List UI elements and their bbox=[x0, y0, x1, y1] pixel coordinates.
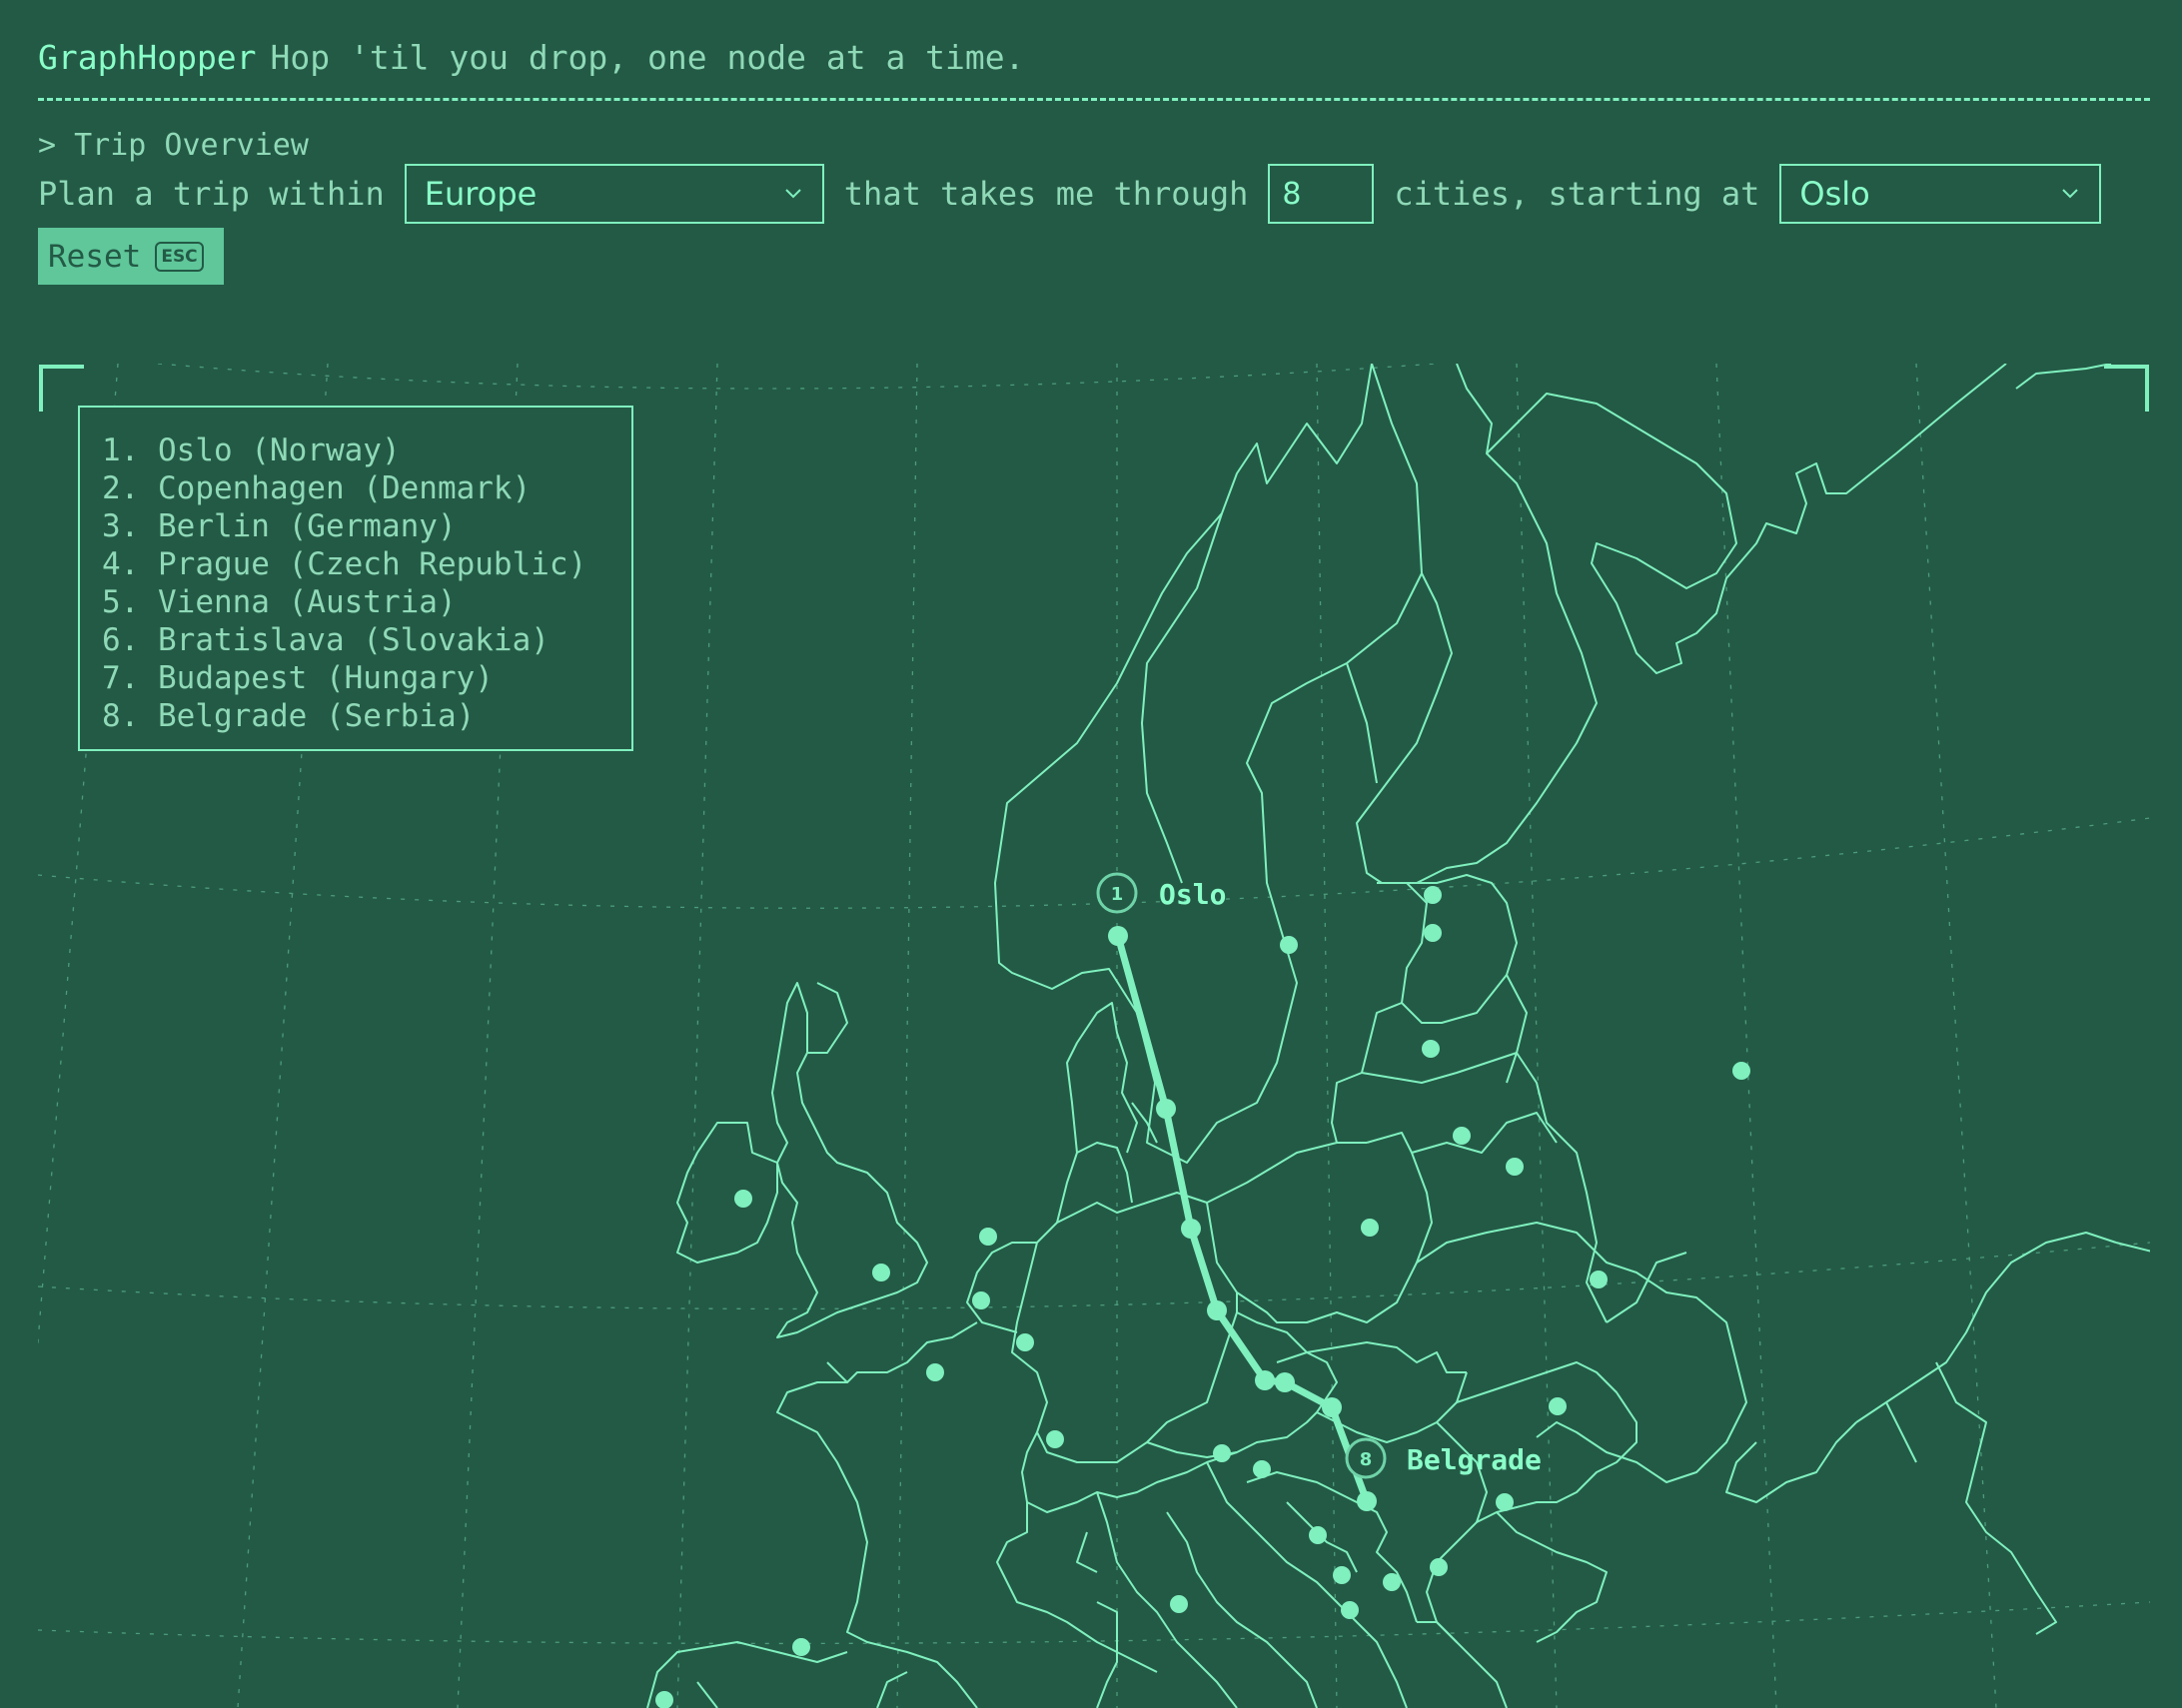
end-marker-number: 8 bbox=[1360, 1449, 1373, 1470]
list-item: 7. Budapest (Hungary) bbox=[102, 660, 494, 696]
region-select-value: Europe bbox=[424, 175, 538, 213]
start-marker-number: 1 bbox=[1111, 884, 1124, 905]
route-stop bbox=[1357, 1491, 1377, 1511]
esc-key-hint: ESC bbox=[155, 241, 204, 272]
list-item: 3. Berlin (Germany) bbox=[102, 508, 457, 544]
controls-middle-text: that takes me through bbox=[843, 175, 1249, 213]
end-city-label: Belgrade bbox=[1407, 1443, 1542, 1476]
route-stop bbox=[1181, 1219, 1201, 1239]
list-item: 2. Copenhagen (Denmark) bbox=[102, 470, 532, 506]
header-divider bbox=[38, 98, 2150, 101]
reset-button[interactable]: Reset ESC bbox=[38, 228, 224, 285]
region-select[interactable]: Europe bbox=[404, 164, 824, 224]
start-city-select-value: Oslo bbox=[1799, 175, 1870, 213]
trip-itinerary-panel: 1. Oslo (Norway) 2. Copenhagen (Denmark)… bbox=[78, 406, 633, 751]
frame-corner-top-right bbox=[2104, 365, 2149, 412]
country-outlines bbox=[646, 364, 2150, 1708]
city-count-input[interactable]: 8 bbox=[1268, 164, 1375, 224]
chevron-down-icon bbox=[2059, 183, 2081, 205]
reset-button-label: Reset bbox=[48, 238, 142, 275]
controls-prefix-text: Plan a trip within bbox=[38, 175, 385, 213]
list-item: 8. Belgrade (Serbia) bbox=[102, 698, 476, 734]
route-stop bbox=[1255, 1370, 1275, 1390]
city-dots bbox=[655, 886, 1750, 1708]
start-marker[interactable]: 1 Oslo bbox=[1096, 872, 1226, 914]
controls-suffix-text: cities, starting at bbox=[1394, 175, 1760, 213]
list-item: 1. Oslo (Norway) bbox=[102, 432, 401, 468]
list-item: 6. Bratislava (Slovakia) bbox=[102, 622, 549, 658]
route-stop bbox=[1322, 1397, 1342, 1417]
app-header: GraphHopper Hop 'til you drop, one node a… bbox=[38, 38, 1025, 77]
app-tagline: Hop 'til you drop, one node at a time. bbox=[270, 38, 1025, 77]
start-city-label: Oslo bbox=[1159, 878, 1226, 911]
route-stop bbox=[1156, 1099, 1176, 1119]
start-city-select[interactable]: Oslo bbox=[1779, 164, 2102, 224]
list-item: 5. Vienna (Austria) bbox=[102, 584, 457, 620]
app-brand[interactable]: GraphHopper bbox=[38, 38, 257, 77]
list-item: 4. Prague (Czech Republic) bbox=[102, 546, 587, 582]
section-title: > Trip Overview bbox=[38, 128, 309, 163]
trip-controls: Plan a trip within Europe that takes me … bbox=[38, 162, 2102, 226]
route-stop bbox=[1108, 926, 1128, 946]
route-stop bbox=[1207, 1300, 1227, 1320]
end-marker[interactable]: 8 Belgrade bbox=[1345, 1437, 1542, 1479]
route bbox=[1108, 926, 1377, 1511]
route-stop bbox=[1275, 1372, 1295, 1392]
chevron-down-icon bbox=[782, 183, 804, 205]
